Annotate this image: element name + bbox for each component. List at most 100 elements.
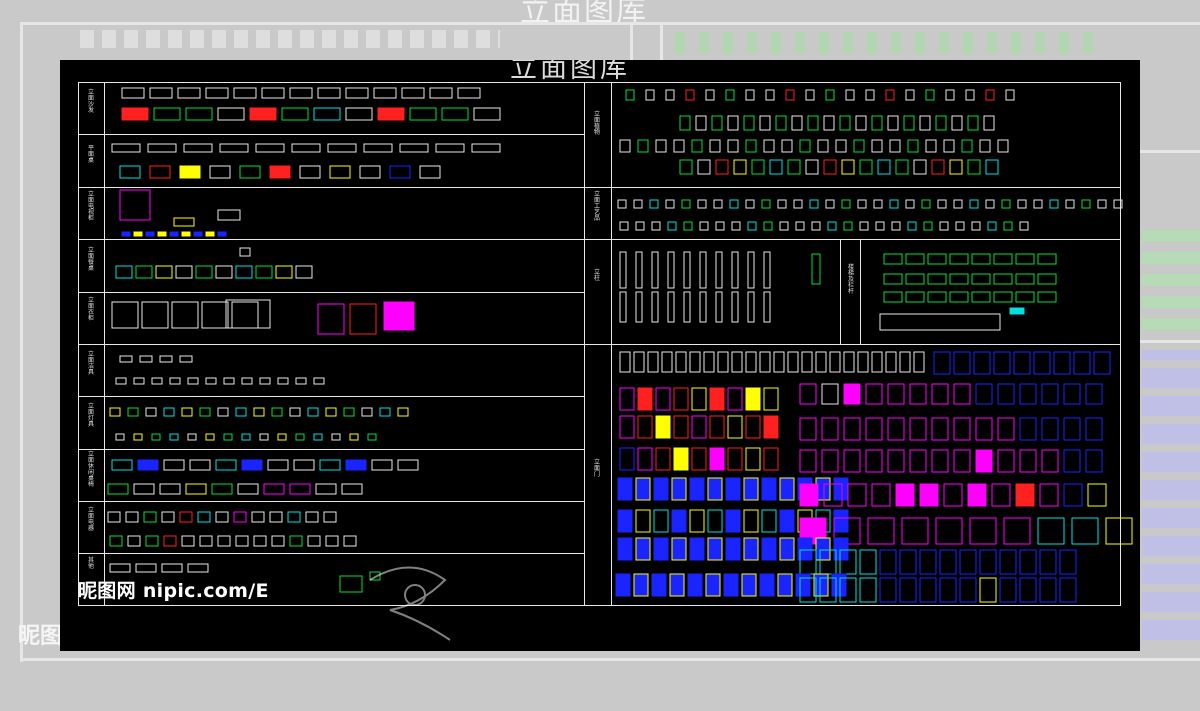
- table-plan: [111, 143, 141, 153]
- table-plan: [327, 143, 357, 153]
- door-elevation: [843, 383, 861, 405]
- plant-elevation: [889, 139, 901, 153]
- railing: [993, 291, 1013, 303]
- sofa-elevation: [317, 87, 341, 99]
- appliance: [145, 535, 159, 547]
- lamp: [199, 407, 211, 417]
- plant-elevation: [945, 89, 955, 101]
- leisure-set: [237, 483, 259, 495]
- door-elevation: [691, 387, 707, 411]
- column: [651, 251, 659, 289]
- sofa-elevation: [205, 87, 229, 99]
- door-elevation: [799, 483, 819, 507]
- sanitary: [151, 377, 163, 385]
- decor-item: [763, 221, 773, 231]
- door-elevation: [833, 477, 849, 501]
- door-elevation: [745, 447, 761, 471]
- door-elevation: [1039, 549, 1057, 575]
- column: [731, 251, 739, 289]
- decor-item: [889, 199, 899, 209]
- column: [747, 291, 755, 323]
- drawing-frame: [78, 82, 1133, 606]
- decor-item: [939, 221, 949, 231]
- row-label-bath: 立面洁具: [87, 351, 94, 376]
- decor-item: [985, 199, 995, 209]
- appliance: [289, 535, 303, 547]
- decor-item: [1001, 199, 1011, 209]
- door-elevation: [633, 573, 649, 597]
- sanitary: [159, 355, 173, 363]
- door-elevation: [887, 417, 905, 441]
- table-plan: [219, 143, 249, 153]
- plant-elevation: [817, 139, 829, 153]
- leisure-set: [137, 459, 159, 471]
- decor-item: [971, 221, 981, 231]
- railing: [905, 291, 925, 303]
- table-plan: [359, 165, 381, 179]
- door-elevation: [653, 509, 669, 533]
- plant-elevation: [835, 139, 847, 153]
- decor-item: [683, 221, 693, 231]
- ghost-symbols-top: [80, 30, 500, 48]
- door-elevation: [745, 351, 757, 373]
- door-elevation: [707, 477, 723, 501]
- door-elevation: [871, 351, 883, 373]
- door-elevation: [743, 537, 759, 561]
- cad-drawing-canvas[interactable]: 立面图库 立面沙发 平面桌 立面电视柜 立面餐桌 立面衣柜 立面洁具 立面灯具 …: [60, 60, 1140, 651]
- door-elevation: [979, 549, 997, 575]
- plant-elevation: [885, 89, 895, 101]
- door-elevation: [619, 351, 631, 373]
- ghost-frame-line: [1140, 150, 1200, 153]
- ghost-frame-line: [1140, 340, 1200, 343]
- plant-elevation: [979, 139, 991, 153]
- door-elevation: [673, 447, 689, 471]
- door-elevation: [617, 537, 633, 561]
- sofa-elevation: [121, 107, 149, 121]
- appliance: [217, 535, 231, 547]
- plant-elevation: [705, 89, 715, 101]
- decor-item: [825, 199, 835, 209]
- door-elevation: [689, 351, 701, 373]
- railing: [1009, 307, 1025, 315]
- plant-elevation: [645, 89, 655, 101]
- lamp: [367, 433, 377, 441]
- door-elevation: [859, 549, 877, 575]
- decor-item: [809, 199, 819, 209]
- door-elevation: [761, 509, 777, 533]
- door-elevation: [675, 351, 687, 373]
- sofa-elevation: [429, 87, 453, 99]
- decor-item: [969, 199, 979, 209]
- dining-set: [239, 247, 251, 257]
- door-elevation: [975, 449, 993, 473]
- photo-stamp-logo: [369, 566, 451, 641]
- decor-item: [665, 199, 675, 209]
- railing: [883, 273, 903, 285]
- plant-elevation: [949, 159, 963, 175]
- column: [667, 251, 675, 289]
- appliance: [125, 511, 139, 523]
- door-elevation: [1085, 449, 1103, 473]
- door-elevation: [799, 417, 817, 441]
- plant-elevation: [711, 115, 723, 131]
- dining-set: [235, 265, 253, 279]
- door-elevation: [1019, 449, 1037, 473]
- plant-elevation: [791, 115, 803, 131]
- appliance: [181, 535, 195, 547]
- door-elevation: [885, 351, 897, 373]
- cabinet-elevation: [181, 231, 191, 237]
- plant-elevation: [655, 139, 667, 153]
- door-elevation: [865, 449, 883, 473]
- plant-elevation: [685, 89, 695, 101]
- appliance: [235, 535, 249, 547]
- door-elevation: [887, 383, 905, 405]
- door-elevation: [909, 449, 927, 473]
- door-elevation: [637, 387, 653, 411]
- railing: [1037, 291, 1057, 303]
- decor-item: [779, 221, 789, 231]
- lamp: [235, 407, 247, 417]
- ghost-doors-right: [1142, 350, 1200, 640]
- door-elevation: [1085, 417, 1103, 441]
- table-plan: [299, 165, 321, 179]
- row-label-decor: 立面工艺品: [593, 191, 600, 222]
- sofa-elevation: [149, 87, 173, 99]
